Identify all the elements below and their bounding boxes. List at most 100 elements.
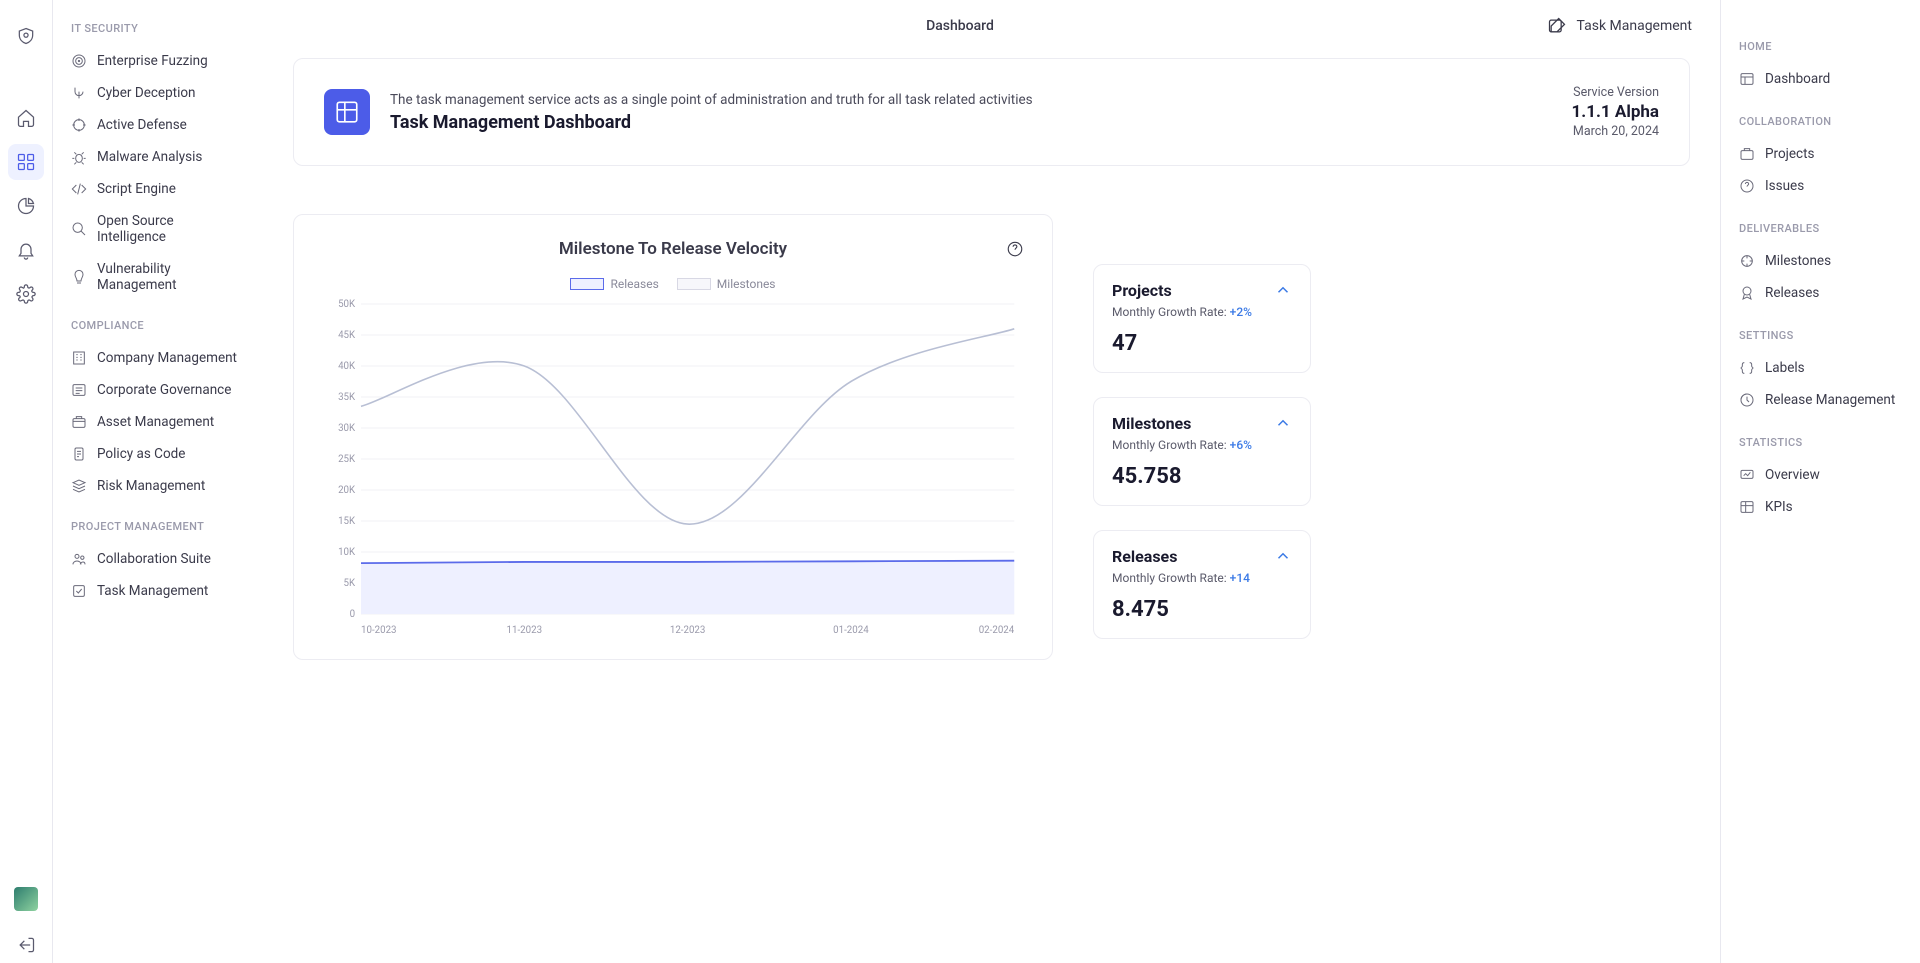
home-icon[interactable]	[8, 100, 44, 136]
nav-item-label: Issues	[1765, 178, 1804, 194]
kpi-releases[interactable]: Releases Monthly Growth Rate: +14 8.475	[1093, 530, 1311, 639]
kpi-delta: +6%	[1230, 438, 1252, 452]
sidebar-item-policy-as-code[interactable]: Policy as Code	[71, 438, 245, 470]
edit-note-icon	[1547, 16, 1567, 36]
sidebar-item-enterprise-fuzzing[interactable]: Enterprise Fuzzing	[71, 45, 245, 77]
nav-item-label: Releases	[1765, 285, 1819, 301]
svg-text:0: 0	[350, 609, 355, 620]
right-nav: HOME Dashboard COLLABORATION Projects Is…	[1720, 0, 1920, 963]
sidebar-item-label: Enterprise Fuzzing	[97, 53, 208, 69]
sidebar-item-active-defense[interactable]: Active Defense	[71, 109, 245, 141]
sidebar-item-label: Policy as Code	[97, 446, 185, 462]
nav-item-label: Labels	[1765, 360, 1805, 376]
main-content: Dashboard Task Management The task manag…	[263, 0, 1720, 963]
nav-item-issues[interactable]: Issues	[1739, 170, 1910, 202]
chevron-up-icon	[1274, 281, 1292, 303]
sidebar-item-label: Active Defense	[97, 117, 187, 133]
svg-text:5K: 5K	[344, 578, 356, 589]
kpi-value: 47	[1112, 331, 1292, 356]
sidebar-item-label: Malware Analysis	[97, 149, 202, 165]
chart-icon[interactable]	[8, 188, 44, 224]
side-menu: IT SECURITY Enterprise Fuzzing Cyber Dec…	[53, 0, 263, 963]
nav-group-label: STATISTICS	[1739, 436, 1910, 449]
nav-group-label: COLLABORATION	[1739, 115, 1910, 128]
kpi-sub: Monthly Growth Rate:	[1112, 438, 1227, 452]
kpi-title: Projects	[1112, 281, 1172, 300]
sidebar-item-malware-analysis[interactable]: Malware Analysis	[71, 141, 245, 173]
kpi-title: Releases	[1112, 547, 1177, 566]
sidebar-item-script-engine[interactable]: Script Engine	[71, 173, 245, 205]
chart-title: Milestone To Release Velocity	[559, 239, 787, 259]
nav-item-overview[interactable]: Overview	[1739, 459, 1910, 491]
svg-text:02-2024: 02-2024	[979, 625, 1015, 636]
shield-icon[interactable]	[8, 18, 44, 54]
svg-text:01-2024: 01-2024	[833, 625, 869, 636]
sidebar-item-vulnerability[interactable]: Vulnerability Management	[71, 253, 245, 301]
logout-icon[interactable]	[8, 927, 44, 963]
sidebar-item-label: Company Management	[97, 350, 237, 366]
svg-text:30K: 30K	[338, 423, 356, 434]
top-bar: Dashboard Task Management	[263, 0, 1720, 52]
nav-item-kpis[interactable]: KPIs	[1739, 491, 1910, 523]
sidebar-item-label: Corporate Governance	[97, 382, 231, 398]
kpi-projects[interactable]: Projects Monthly Growth Rate: +2% 47	[1093, 264, 1311, 373]
bell-icon[interactable]	[8, 232, 44, 268]
sidebar-item-osint[interactable]: Open Source Intelligence	[71, 205, 245, 253]
nav-item-milestones[interactable]: Milestones	[1739, 245, 1910, 277]
kpi-sub: Monthly Growth Rate:	[1112, 305, 1227, 319]
nav-item-dashboard[interactable]: Dashboard	[1739, 63, 1910, 95]
sidebar-item-cyber-deception[interactable]: Cyber Deception	[71, 77, 245, 109]
menu-group-label: PROJECT MANAGEMENT	[71, 520, 245, 533]
kpi-milestones[interactable]: Milestones Monthly Growth Rate: +6% 45.7…	[1093, 397, 1311, 506]
svg-text:10K: 10K	[338, 547, 356, 558]
sidebar-item-asset-management[interactable]: Asset Management	[71, 406, 245, 438]
nav-item-releases[interactable]: Releases	[1739, 277, 1910, 309]
nav-item-label: Dashboard	[1765, 71, 1830, 87]
nav-item-release-management[interactable]: Release Management	[1739, 384, 1910, 416]
svg-text:40K: 40K	[338, 361, 356, 372]
sidebar-item-label: Asset Management	[97, 414, 214, 430]
version-value: 1.1.1 Alpha	[1572, 102, 1659, 122]
svg-text:25K: 25K	[338, 454, 356, 465]
menu-group-label: IT SECURITY	[71, 22, 245, 35]
kpi-delta: +2%	[1230, 305, 1252, 319]
sidebar-item-risk-management[interactable]: Risk Management	[71, 470, 245, 502]
nav-item-projects[interactable]: Projects	[1739, 138, 1910, 170]
svg-text:10-2023: 10-2023	[361, 625, 397, 636]
sidebar-item-task-management[interactable]: Task Management	[71, 575, 245, 607]
nav-item-label: Overview	[1765, 467, 1820, 483]
grid-icon[interactable]	[8, 144, 44, 180]
sidebar-item-label: Open Source Intelligence	[97, 213, 245, 245]
hero-badge-icon	[324, 89, 370, 135]
gear-icon[interactable]	[8, 276, 44, 312]
version-label: Service Version	[1572, 85, 1659, 100]
hero-title: Task Management Dashboard	[390, 112, 1552, 133]
nav-group-label: HOME	[1739, 40, 1910, 53]
sidebar-item-collaboration-suite[interactable]: Collaboration Suite	[71, 543, 245, 575]
svg-text:45K: 45K	[338, 330, 356, 341]
nav-item-label: Milestones	[1765, 253, 1831, 269]
nav-group-label: SETTINGS	[1739, 329, 1910, 342]
nav-item-label: Projects	[1765, 146, 1815, 162]
avatar[interactable]	[14, 887, 38, 911]
nav-item-label: Release Management	[1765, 392, 1895, 408]
sidebar-item-company-management[interactable]: Company Management	[71, 342, 245, 374]
svg-text:50K: 50K	[338, 299, 356, 310]
help-icon[interactable]	[1006, 240, 1024, 258]
version-date: March 20, 2024	[1572, 124, 1659, 139]
sidebar-item-corporate-governance[interactable]: Corporate Governance	[71, 374, 245, 406]
nav-item-labels[interactable]: Labels	[1739, 352, 1910, 384]
menu-group-label: COMPLIANCE	[71, 319, 245, 332]
kpi-title: Milestones	[1112, 414, 1191, 433]
sidebar-item-label: Task Management	[97, 583, 208, 599]
sidebar-item-label: Collaboration Suite	[97, 551, 211, 567]
top-right-link[interactable]: Task Management	[1547, 16, 1692, 36]
kpi-value: 45.758	[1112, 464, 1292, 489]
nav-item-label: KPIs	[1765, 499, 1793, 515]
sidebar-item-label: Risk Management	[97, 478, 205, 494]
kpi-value: 8.475	[1112, 597, 1292, 622]
kpi-column: Projects Monthly Growth Rate: +2% 47 Mil…	[1093, 214, 1311, 660]
svg-text:35K: 35K	[338, 392, 356, 403]
legend-milestones: Milestones	[717, 277, 776, 291]
svg-text:12-2023: 12-2023	[670, 625, 706, 636]
